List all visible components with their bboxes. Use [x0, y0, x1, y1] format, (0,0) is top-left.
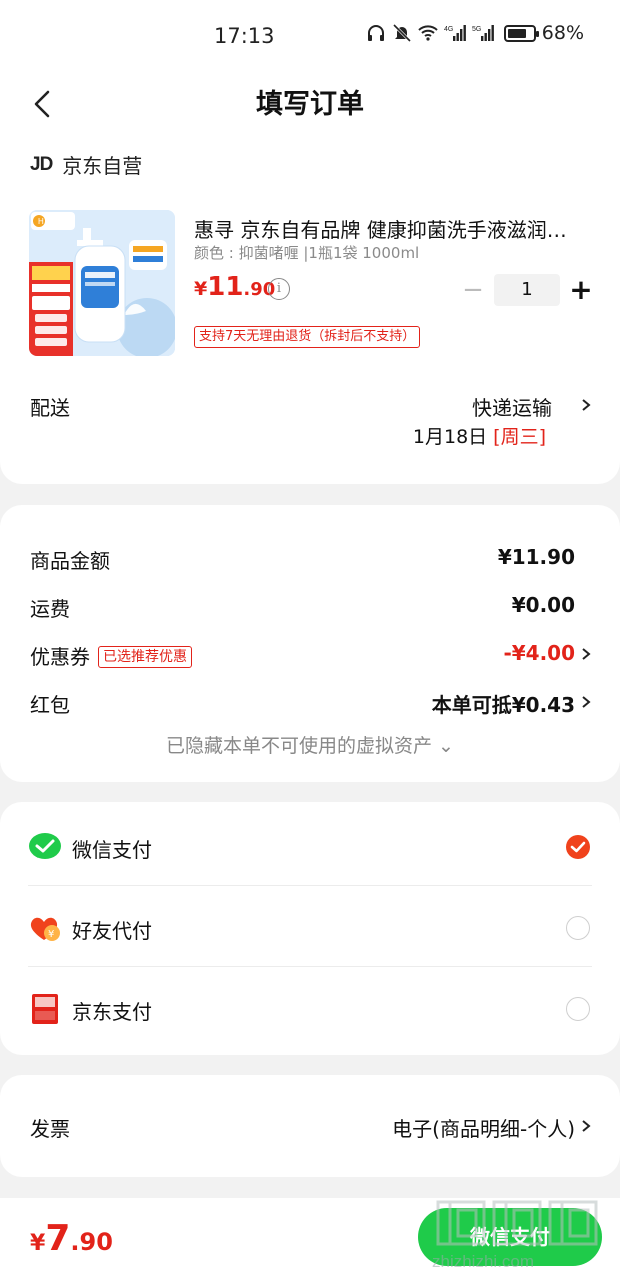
red-packet-value: 本单可抵¥0.43 [431, 693, 575, 717]
friend-pay-heart-icon: ¥ [30, 917, 60, 941]
wechat-pay-icon [29, 833, 61, 859]
increase-quantity-button[interactable]: + [568, 273, 594, 306]
svg-text:H: H [38, 217, 44, 226]
total-integer: 7 [45, 1218, 71, 1259]
jd-pay-icon [32, 994, 58, 1024]
invoice-value: 电子(商品明细-个人) [392, 1117, 575, 1141]
price-info-icon[interactable]: i [268, 278, 290, 300]
total-decimal: .90 [70, 1228, 113, 1256]
battery-icon [503, 24, 539, 42]
payment-option-label: 微信支付 [72, 838, 152, 862]
page-title: 填写订单 [256, 89, 364, 120]
headphones-icon [367, 25, 384, 41]
chevron-right-icon[interactable] [580, 398, 592, 412]
price-currency: ¥ [194, 278, 208, 300]
delivery-method[interactable]: 快递运输 [472, 392, 552, 421]
delivery-date-text: 1月18日 [412, 426, 488, 448]
status-bar: 17:13 4G 5G 68% [0, 0, 620, 72]
coupon-recommended-badge: 已选推荐优惠 [98, 646, 192, 668]
payment-method-card: 微信支付 ¥ 好友代付 京东支付 [0, 802, 620, 1055]
svg-text:4G: 4G [444, 26, 453, 33]
checkout-footer: ¥7.90 微信支付 [0, 1198, 620, 1279]
goods-amount-row: 商品金额 ¥11.90 [30, 545, 590, 575]
delivery-weekday: [周三] [493, 426, 546, 448]
red-packet-label: 红包 [30, 693, 70, 717]
svg-text:5G: 5G [472, 26, 481, 33]
payment-option-label: 好友代付 [72, 919, 152, 943]
return-policy-badge: 支持7天无理由退货（拆封后不支持） [194, 326, 421, 348]
shipping-label: 运费 [30, 597, 70, 621]
product-title[interactable]: 惠寻 京东自有品牌 健康抑菌洗手液滋润… [194, 214, 594, 243]
invoice-label: 发票 [30, 1117, 70, 1141]
red-packet-row[interactable]: 红包 本单可抵¥0.43 [30, 689, 592, 719]
payment-option-friend[interactable]: ¥ 好友代付 [28, 887, 592, 967]
mute-bell-icon [392, 23, 411, 43]
radio-selected[interactable] [566, 835, 590, 859]
price-integer: 11 [207, 272, 244, 302]
chevron-right-icon[interactable] [580, 695, 592, 709]
shop-header[interactable]: JD 京东自营 [30, 150, 142, 179]
payment-option-label: 京东支付 [72, 1000, 152, 1024]
coupon-value: -¥4.00 [503, 641, 575, 665]
goods-amount-value: ¥11.90 [497, 545, 575, 569]
total-currency: ¥ [30, 1231, 46, 1256]
payment-option-wechat[interactable]: 微信支付 [28, 806, 592, 886]
jd-logo-icon: JD [30, 153, 53, 175]
product-spec: 颜色 : 抑菌啫喱 |1瓶1袋 1000ml [194, 244, 420, 262]
coupon-label: 优惠券 [30, 645, 90, 669]
shipping-row: 运费 ¥0.00 [30, 593, 590, 623]
battery-percent: 68% [541, 22, 584, 44]
order-total: ¥7.90 [30, 1218, 113, 1259]
hidden-assets-toggle[interactable]: 已隐藏本单不可使用的虚拟资产 ⌄ [0, 731, 620, 758]
status-time: 17:13 [214, 24, 275, 48]
signal-5g-icon: 5G [472, 25, 494, 41]
goods-amount-label: 商品金额 [30, 549, 110, 573]
invoice-card[interactable]: 发票 电子(商品明细-个人) [0, 1075, 620, 1177]
chevron-right-icon[interactable] [580, 647, 592, 661]
check-icon [570, 841, 586, 853]
payment-option-jd[interactable]: 京东支付 [28, 968, 592, 1048]
delivery-date: 1月18日 [周三] [413, 422, 546, 449]
svg-text:¥: ¥ [48, 929, 54, 940]
decrease-quantity-button[interactable]: − [460, 275, 486, 305]
quantity-stepper: − 1 + [460, 273, 594, 306]
status-icons: 4G 5G 68% [366, 22, 584, 44]
radio-unselected[interactable] [566, 997, 590, 1021]
quantity-input[interactable]: 1 [494, 273, 560, 306]
product-image[interactable]: H [29, 210, 175, 356]
chevron-right-icon[interactable] [580, 1119, 592, 1133]
wifi-icon [418, 25, 438, 41]
order-item-card: JD 京东自营 H 惠寻 京东自有品牌 健康抑菌洗手液滋润… 颜色: 抑菌啫喱… [0, 120, 620, 484]
shop-name: 京东自营 [62, 154, 143, 178]
product-price: ¥11.90 [194, 272, 275, 302]
signal-4g-icon: 4G [444, 25, 466, 41]
price-summary-card: 商品金额 ¥11.90 运费 ¥0.00 优惠券 已选推荐优惠 -¥4.00 红包… [0, 505, 620, 782]
shipping-value: ¥0.00 [511, 593, 575, 617]
coupon-row[interactable]: 优惠券 已选推荐优惠 -¥4.00 [30, 641, 592, 671]
radio-unselected[interactable] [566, 916, 590, 940]
delivery-label: 配送 [30, 396, 70, 420]
submit-payment-button[interactable]: 微信支付 [418, 1208, 602, 1266]
